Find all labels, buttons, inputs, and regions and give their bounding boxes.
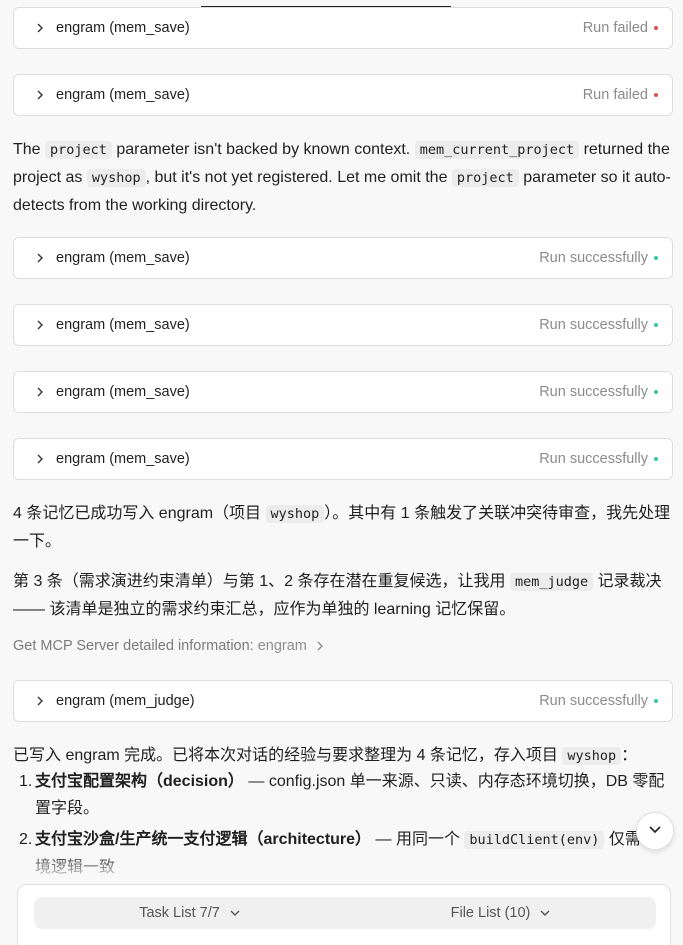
tool-call-card[interactable]: engram (mem_save) Run successfully (13, 237, 673, 279)
inline-code: buildClient(env) (464, 831, 605, 849)
content-fade (0, 852, 683, 882)
chevron-right-icon (32, 250, 48, 266)
list-item: 1. 支付宝配置架构（decision） — config.json 单一来源、… (13, 768, 673, 822)
chevron-right-icon (32, 451, 48, 467)
tool-call-status: Run failed (583, 20, 658, 36)
tool-call-name: engram (mem_save) (56, 317, 190, 333)
status-dot-icon (654, 390, 658, 394)
tool-call-status: Run successfully (539, 317, 658, 333)
mcp-server-info-link[interactable]: Get MCP Server detailed information: eng… (13, 638, 325, 654)
status-dot-icon (654, 256, 658, 260)
tool-call-card[interactable]: engram (mem_save) Run successfully (13, 371, 673, 413)
tool-call-name: engram (mem_save) (56, 451, 190, 467)
status-dot-icon (654, 26, 658, 30)
message-text: The (13, 141, 46, 158)
assistant-message: 4 条记忆已成功写入 engram（项目 wyshop ）。其中有 1 条触发了关… (13, 500, 673, 555)
tool-call-card[interactable]: engram (mem_save) Run failed (13, 7, 673, 49)
status-text: Run failed (582, 87, 648, 103)
list-number: 2. (19, 831, 33, 848)
tool-call-name: engram (mem_judge) (56, 693, 195, 709)
list-item-text: — 用同一个 (371, 831, 465, 848)
tool-call-name: engram (mem_save) (56, 20, 190, 36)
chevron-right-icon (32, 20, 48, 36)
status-dot-icon (654, 323, 658, 327)
tool-call-status: Run successfully (539, 250, 658, 266)
status-text: Run successfully (539, 451, 648, 467)
chevron-down-icon (230, 908, 240, 918)
message-text: , but it's not yet registered. Let me om… (145, 169, 452, 186)
inline-code: mem_current_project (414, 141, 580, 159)
chevron-right-icon (32, 693, 48, 709)
tool-call-name: engram (mem_save) (56, 87, 190, 103)
mcp-info-label: Get MCP Server detailed information: (13, 638, 254, 654)
assistant-message: 第 3 条（需求演进约束清单）与第 1、2 条存在潜在重复候选，让我用 mem_… (13, 568, 673, 623)
status-dot-icon (654, 93, 658, 97)
status-text: Run successfully (539, 693, 648, 709)
file-list-label: File List (10) (450, 905, 531, 921)
message-text: ： (621, 747, 638, 764)
message-text: 第 3 条（需求演进约束清单）与第 1、2 条存在潜在重复候选，让我用 (13, 573, 510, 590)
tool-call-name: engram (mem_save) (56, 250, 190, 266)
tool-call-card[interactable]: engram (mem_save) Run failed (13, 74, 673, 116)
scroll-to-bottom-button[interactable] (636, 812, 674, 850)
task-list-label: Task List 7/7 (139, 905, 220, 921)
tool-call-card[interactable]: engram (mem_save) Run successfully (13, 304, 673, 346)
assistant-message: The project parameter isn't backed by kn… (13, 136, 673, 219)
tool-call-status: Run failed (583, 87, 658, 103)
tool-call-name: engram (mem_save) (56, 384, 190, 400)
tool-call-card[interactable]: engram (mem_save) Run successfully (13, 438, 673, 480)
chevron-down-icon (648, 822, 662, 841)
status-text: Run failed (582, 20, 648, 36)
list-item-title: 支付宝配置架构（decision） (35, 773, 244, 790)
chevron-right-icon (32, 317, 48, 333)
inline-code: wyshop (562, 747, 622, 765)
status-text: Run successfully (539, 317, 648, 333)
inline-code: wyshop (86, 169, 146, 187)
bottom-panel: Task List 7/7 File List (10) (17, 884, 671, 945)
chevron-right-icon (32, 384, 48, 400)
list-item-title: 支付宝沙盒/生产统一支付逻辑（architecture） (35, 831, 372, 848)
message-text: parameter isn't backed by known context. (111, 141, 415, 158)
task-list-tab[interactable]: Task List 7/7 (34, 897, 345, 929)
message-text: 已写入 engram 完成。已将本次对话的经验与要求整理为 4 条记忆，存入项目 (13, 747, 563, 764)
assistant-message: 已写入 engram 完成。已将本次对话的经验与要求整理为 4 条记忆，存入项目… (13, 742, 673, 770)
mcp-server-name: engram (257, 638, 307, 654)
tool-call-card[interactable]: engram (mem_judge) Run successfully (13, 680, 673, 722)
inline-code: mem_judge (509, 573, 594, 591)
message-text: 4 条记忆已成功写入 engram（项目 (13, 505, 266, 522)
panel-tabs: Task List 7/7 File List (10) (34, 897, 656, 929)
inline-code: wyshop (265, 505, 325, 523)
chevron-right-icon (32, 87, 48, 103)
status-text: Run successfully (539, 250, 648, 266)
status-dot-icon (654, 699, 658, 703)
inline-code: project (45, 141, 112, 159)
inline-code: project (451, 169, 519, 187)
list-number: 1. (19, 773, 33, 790)
tool-call-status: Run successfully (539, 693, 658, 709)
tool-call-status: Run successfully (539, 384, 658, 400)
chevron-right-icon (315, 641, 325, 651)
status-text: Run successfully (539, 384, 648, 400)
file-list-tab[interactable]: File List (10) (345, 897, 656, 929)
status-dot-icon (654, 457, 658, 461)
tool-call-status: Run successfully (539, 451, 658, 467)
chevron-down-icon (540, 908, 550, 918)
